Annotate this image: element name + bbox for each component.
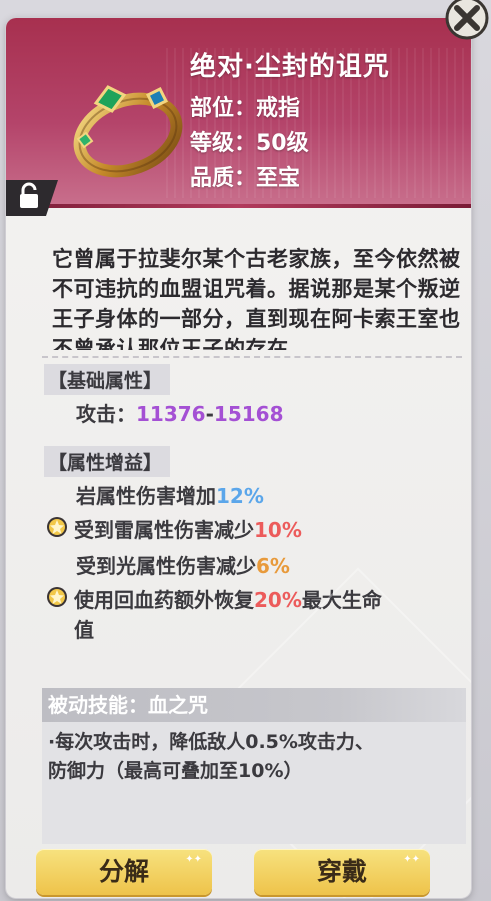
decompose-label: 分解 [98, 857, 149, 886]
star-badge-icon [47, 587, 67, 607]
sparkle-icon: ✦✦ [185, 854, 202, 865]
star-badge-icon [47, 517, 67, 537]
attack-row: 攻击：11376-15168 [76, 398, 284, 427]
lock-icon[interactable] [6, 180, 58, 216]
skill-desc-line: ·每次攻击时，降低敌人0.5%攻击力、 [48, 731, 374, 753]
bonus-value: 12% [216, 484, 264, 508]
bonus-text: 受到雷属性伤害减少 [74, 518, 254, 542]
skill-desc-line: 防御力（最高可叠加至10%） [48, 760, 303, 782]
bonus-text: 岩属性伤害增加 [76, 484, 216, 508]
sparkle-icon: ✦✦ [403, 854, 420, 865]
attack-max: 15168 [213, 402, 284, 426]
bonus-header: 【属性增益】 [44, 446, 171, 477]
bonus-value: 10% [254, 518, 302, 542]
attack-sep: - [205, 402, 214, 426]
bonus-row-continued: 值 [74, 618, 94, 642]
item-description[interactable]: 它曾属于拉斐尔某个古老家族，至今依然被不可违抗的血盟诅咒着。据说那是某个叛逆王子… [52, 244, 462, 350]
close-icon[interactable] [437, 0, 491, 42]
equip-label: 穿戴 [316, 857, 367, 886]
attack-label: 攻击： [76, 402, 136, 426]
item-detail-panel: 绝对·尘封的诅咒 部位：戒指 等级：50级 品质：至宝 它曾属于拉斐尔某个古老家… [6, 18, 471, 898]
item-name: 绝对·尘封的诅咒 [190, 52, 390, 82]
bonus-text: 使用回血药额外恢复 [74, 588, 254, 612]
decompose-button[interactable]: 分解 ✦✦ [36, 849, 212, 895]
item-slot: 部位：戒指 [190, 96, 301, 121]
equip-button[interactable]: 穿戴 ✦✦ [254, 849, 430, 895]
bonus-row: 岩属性伤害增加12% [76, 480, 264, 509]
bonus-value: 6% [256, 554, 290, 578]
item-quality: 品质：至宝 [190, 166, 301, 191]
item-level: 等级：50级 [190, 131, 309, 156]
bonus-text: 受到光属性伤害减少 [76, 554, 256, 578]
ring-icon [73, 85, 183, 178]
bonus-row: 受到光属性伤害减少6% [76, 550, 290, 579]
skill-description: ·每次攻击时，降低敌人0.5%攻击力、 防御力（最高可叠加至10%） [48, 728, 460, 786]
attack-min: 11376 [136, 402, 206, 426]
bonus-row: 受到雷属性伤害减少10% [74, 514, 302, 543]
bonus-value: 20% [254, 588, 302, 612]
base-attr-header: 【基础属性】 [44, 364, 171, 395]
skill-title: 被动技能：血之咒 [42, 688, 466, 722]
passive-skill-box[interactable]: 被动技能：血之咒 ·每次攻击时，降低敌人0.5%攻击力、 防御力（最高可叠加至1… [42, 688, 466, 844]
divider [42, 356, 462, 358]
